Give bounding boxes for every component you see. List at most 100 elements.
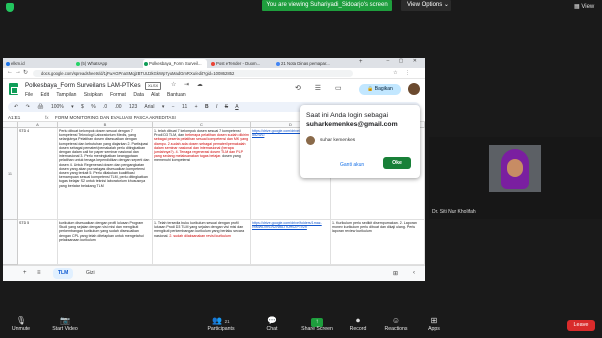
table-cell[interactable]: STD 4 xyxy=(18,128,58,220)
participants-label: Participants xyxy=(207,326,235,332)
browser-tab[interactable]: Post eTender - Duom... xyxy=(210,59,272,68)
menu-edit[interactable]: Edit xyxy=(40,92,49,98)
menu-format[interactable]: Format xyxy=(110,92,126,98)
popup-email: suharkemenkes@gmail.com xyxy=(306,121,398,128)
reactions-label: Reactions xyxy=(384,326,408,332)
menu-view[interactable]: Tampilan xyxy=(56,92,76,98)
forward-icon[interactable]: → xyxy=(15,69,21,75)
row-number[interactable] xyxy=(3,220,18,265)
cell-text-red: 2. sudah dilaksanakan revisi kurikulum xyxy=(169,233,231,238)
table-cell[interactable]: 1. telah dibuat 7 kelompok dosen sesuai … xyxy=(153,128,251,220)
participants-icon: 👥 21 xyxy=(196,316,246,326)
apps-icon: ⊞ xyxy=(430,316,438,325)
sheet-tab-gizi[interactable]: Gizi xyxy=(81,268,100,279)
number-format-button[interactable]: 123 xyxy=(129,104,137,110)
sheets-logo-icon[interactable] xyxy=(9,83,18,95)
formula-input[interactable]: FORM MONITORING DAN EVALUASI PASCA AKRED… xyxy=(55,113,176,122)
row-number[interactable]: 11 xyxy=(3,128,18,220)
browser-tab-active[interactable]: Polkesbaya_Form Surveil... xyxy=(143,59,207,68)
print-icon[interactable]: 🖨 xyxy=(37,104,43,110)
zoom-caret-icon[interactable]: ▾ xyxy=(71,104,74,110)
chat-button[interactable]: 💬 Chat xyxy=(247,316,297,332)
drive-link-cell[interactable]: https://drive.google.com/drive/folders/1… xyxy=(251,220,331,265)
font-caret-icon[interactable]: ▾ xyxy=(162,104,165,110)
menu-insert[interactable]: Sisipkan xyxy=(84,92,103,98)
decrease-decimal-button[interactable]: .0 xyxy=(103,104,107,110)
text-color-button[interactable]: A xyxy=(235,104,238,110)
collapse-icon[interactable]: ‹ xyxy=(413,270,415,276)
popup-line1: Saat ini Anda login sebagai xyxy=(306,112,389,119)
menu-tools[interactable]: Alat xyxy=(151,92,160,98)
browser-tab[interactable]: (5) WhatsApp xyxy=(75,59,140,68)
view-button[interactable]: ▦ View xyxy=(574,3,594,10)
apps-label: Apps xyxy=(428,326,440,332)
bold-button[interactable]: B xyxy=(205,104,209,110)
participant-face xyxy=(507,159,523,177)
menu-help[interactable]: Bantuan xyxy=(167,92,186,98)
all-sheets-icon[interactable]: ≡ xyxy=(37,270,41,276)
increase-decimal-button[interactable]: .00 xyxy=(115,104,122,110)
font-size-increase-button[interactable]: + xyxy=(195,104,198,110)
participant-video[interactable]: Dr. Siti Nur Kholifah xyxy=(429,137,602,219)
ok-button[interactable]: Oke xyxy=(383,157,411,169)
share-label: Bagikan xyxy=(374,86,393,92)
star-move-icons[interactable]: ☆ ⇥ ☁ xyxy=(171,81,206,88)
undo-icon[interactable]: ↶ xyxy=(14,104,18,110)
new-tab-icon[interactable]: + xyxy=(359,59,363,65)
tab-favicon-icon xyxy=(211,61,215,66)
security-shield-icon[interactable] xyxy=(6,3,14,12)
font-size-decrease-button[interactable]: − xyxy=(172,104,175,110)
participants-button[interactable]: 👥 21 Participants xyxy=(196,316,246,332)
tab-favicon-icon xyxy=(276,61,280,66)
zoom-select[interactable]: 100% xyxy=(51,104,64,110)
back-icon[interactable]: ← xyxy=(7,69,13,75)
account-avatar[interactable] xyxy=(408,83,420,95)
browser-tab[interactable]: elkm.id xyxy=(5,59,65,68)
document-title[interactable]: Polkesbaya_Form Surveilans LAM-PTKes xyxy=(25,82,141,89)
view-options-button[interactable]: View Options ⌄ xyxy=(401,0,451,11)
menu-file[interactable]: File xyxy=(25,92,33,98)
font-select[interactable]: Arial xyxy=(144,104,154,110)
share-button[interactable]: 🔒 Bagikan xyxy=(359,84,401,95)
sheets-header: Polkesbaya_Form Surveilans LAM-PTKes XLS… xyxy=(3,79,425,101)
popup-message: Saat ini Anda login sebagai suharkemenke… xyxy=(306,111,416,129)
table-cell[interactable]: 1. Telah tersedia buku kurikulum sesuai … xyxy=(153,220,251,265)
menu-bar: File Edit Tampilan Sisipkan Format Data … xyxy=(25,92,192,98)
start-video-button[interactable]: 📷 Start Video xyxy=(40,316,90,332)
strikethrough-button[interactable]: S xyxy=(225,104,228,110)
percent-button[interactable]: % xyxy=(91,104,95,110)
zoom-top-bar: You are viewing Suhariyadi_Sidoarjo's sc… xyxy=(0,0,602,14)
browser-tab[interactable]: 21 Nota Dinas pemapar... xyxy=(275,59,351,68)
window-controls[interactable]: – ▢ ✕ xyxy=(387,58,421,64)
sheet-tabs-bar: + ≡ TLM Gizi ⊞ ‹ xyxy=(3,265,425,281)
sheet-tab-tlm[interactable]: TLM xyxy=(53,268,74,279)
browser-tab-bar: elkm.id (5) WhatsApp Polkesbaya_Form Sur… xyxy=(3,58,425,68)
participant-name: Dr. Siti Nur Kholifah xyxy=(432,209,476,215)
zoom-window: You are viewing Suhariyadi_Sidoarjo's sc… xyxy=(0,0,602,338)
table-cell[interactable]: STD 5 xyxy=(18,220,58,265)
menu-data[interactable]: Data xyxy=(133,92,144,98)
font-size-field[interactable]: 11 xyxy=(182,104,187,110)
record-label: Record xyxy=(349,326,367,332)
explore-icon[interactable]: ⊞ xyxy=(393,270,398,277)
history-comment-meet-icons[interactable]: ⟲ ☰ ▭ xyxy=(295,84,348,92)
apps-button[interactable]: ⊞ Apps xyxy=(409,316,459,332)
xlsx-badge: XLSX xyxy=(145,82,162,90)
italic-button[interactable]: I xyxy=(216,104,217,110)
redo-icon[interactable]: ↷ xyxy=(26,104,30,110)
currency-button[interactable]: $ xyxy=(81,104,84,110)
share-screen-label: Share Screen xyxy=(301,326,333,332)
add-sheet-icon[interactable]: + xyxy=(23,270,27,276)
tab-label: (5) WhatsApp xyxy=(81,61,108,66)
table-cell[interactable]: Perlu dibuat kelompok dosen sesuai denga… xyxy=(58,128,153,220)
table-cell[interactable]: kurikulum disesuaikan dengan profil lulu… xyxy=(58,220,153,265)
browser-extension-icons[interactable]: ☆ ⋮ xyxy=(393,70,413,76)
leave-button[interactable]: Leave xyxy=(567,320,595,331)
reload-icon[interactable]: ↻ xyxy=(23,69,28,76)
change-account-button[interactable]: Ganti akun xyxy=(340,162,364,168)
tab-favicon-icon xyxy=(6,61,10,66)
url-field[interactable]: docs.google.com/spreadsheets/d/1jFwAGPna… xyxy=(33,70,353,77)
name-box[interactable]: A1:E1 xyxy=(8,113,20,122)
table-cell[interactable]: 1. Kurikulum perlu sedikit disempurnakan… xyxy=(331,220,425,265)
sheets-favicon-icon xyxy=(144,61,148,66)
